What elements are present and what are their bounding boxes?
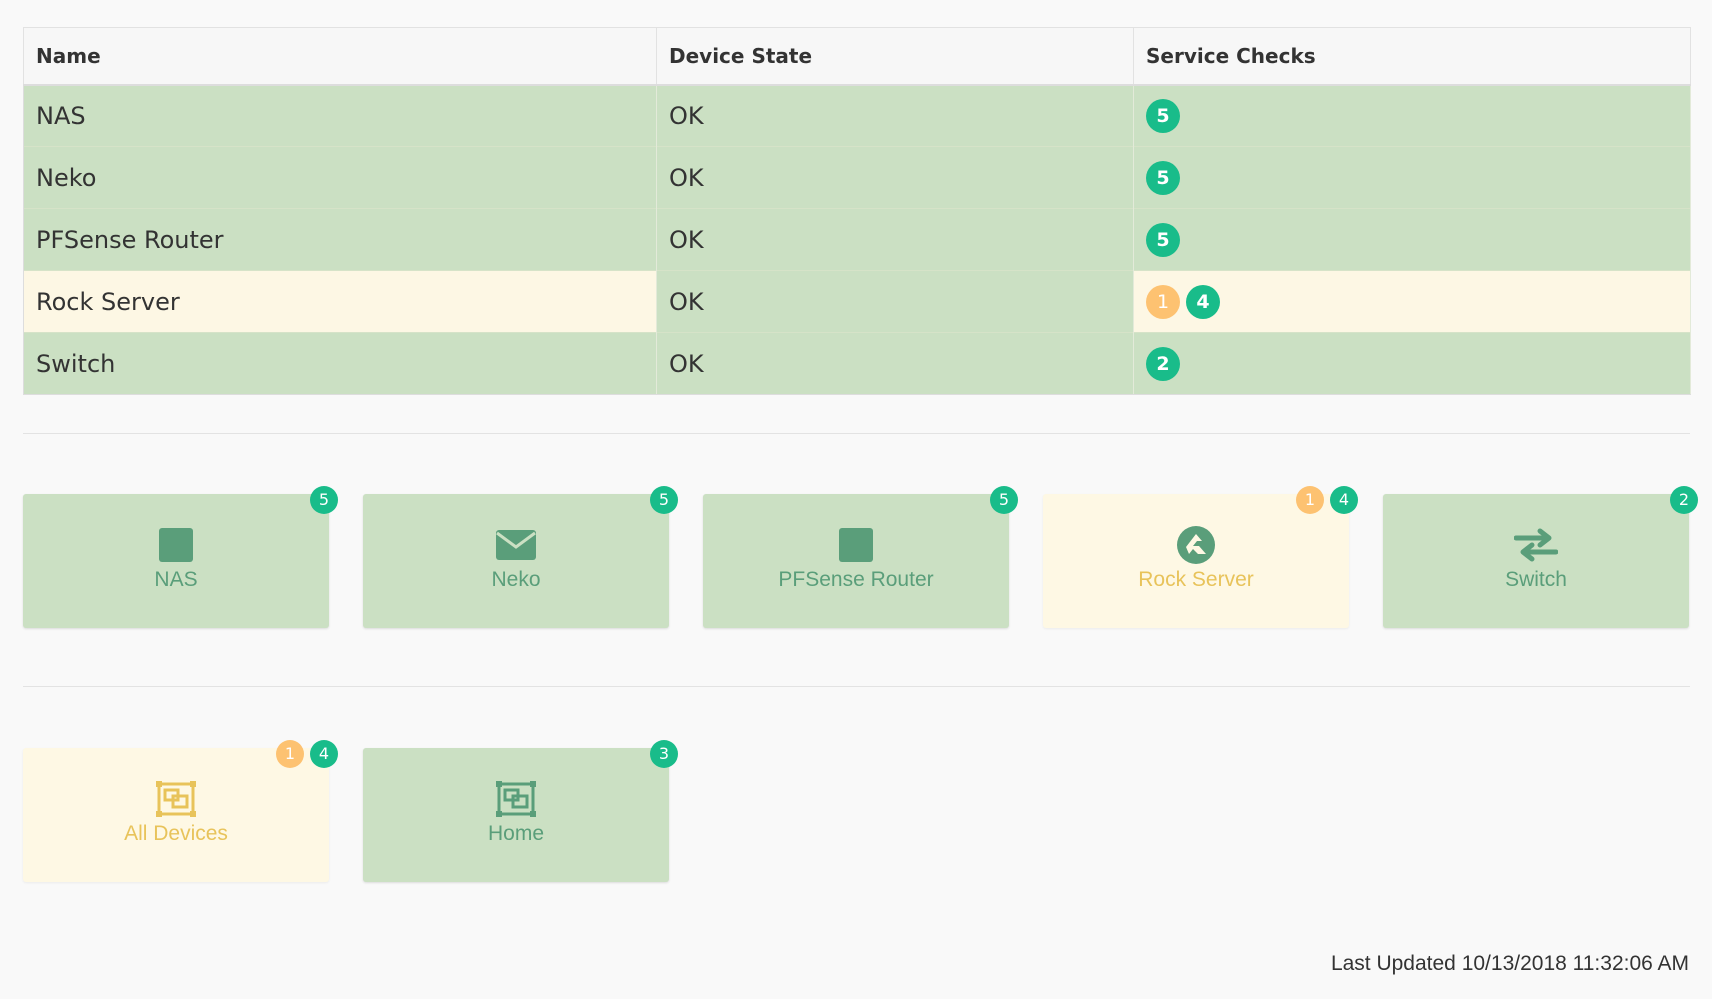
table-header-row: Name Device State Service Checks (23, 27, 1691, 86)
last-updated-timestamp: Last Updated 10/13/2018 11:32:06 AM (1330, 952, 1689, 975)
tile-badges: 2 (1670, 486, 1698, 514)
device-state-cell: OK (656, 146, 1134, 209)
table-row[interactable]: Rock Server OK 14 (23, 270, 1691, 333)
ok-count-badge: 5 (310, 486, 338, 514)
object-group-icon (363, 780, 669, 818)
service-checks-cell: 5 (1133, 146, 1691, 209)
table-row[interactable]: NAS OK 5 (23, 84, 1691, 147)
ok-count-badge: 5 (1146, 98, 1180, 133)
device-name-cell: Neko (23, 146, 657, 209)
service-checks-cell: 14 (1133, 270, 1691, 333)
ok-count-badge: 5 (1146, 160, 1180, 195)
ok-count-badge: 2 (1670, 486, 1698, 514)
device-tile-switch[interactable]: 2 Switch (1383, 486, 1698, 628)
service-checks-cell: 2 (1133, 332, 1691, 395)
column-header-service-checks[interactable]: Service Checks (1133, 27, 1691, 86)
object-group-icon (23, 780, 329, 818)
tile-label: Neko (491, 568, 541, 591)
tile-badges: 5 (650, 486, 678, 514)
warning-count-badge: 1 (1146, 284, 1180, 319)
ok-count-badge: 5 (990, 486, 1018, 514)
device-status-table: Name Device State Service Checks NAS OK … (23, 27, 1691, 395)
table-row[interactable]: Switch OK 2 (23, 332, 1691, 395)
device-state-cell: OK (656, 332, 1134, 395)
table-row[interactable]: Neko OK 5 (23, 146, 1691, 209)
ok-count-badge: 4 (1186, 284, 1220, 319)
ok-count-badge: 4 (1330, 486, 1358, 514)
section-divider (23, 686, 1690, 687)
warning-count-badge: 1 (1296, 486, 1324, 514)
device-name-cell: NAS (23, 84, 657, 147)
device-state-cell: OK (656, 208, 1134, 271)
tile-badges: 1 4 (1296, 486, 1358, 514)
service-checks-cell: 5 (1133, 208, 1691, 271)
device-name-cell: Rock Server (23, 270, 657, 333)
device-name-cell: Switch (23, 332, 657, 395)
tile-label: NAS (154, 568, 198, 591)
device-tile-neko[interactable]: 5 Neko (363, 486, 678, 628)
ok-count-badge: 5 (1146, 222, 1180, 257)
group-tile-home[interactable]: 3 Home (363, 740, 678, 882)
envelope-icon (363, 526, 669, 564)
tile-label: Rock Server (1138, 568, 1254, 591)
ok-count-badge: 4 (310, 740, 338, 768)
device-tile-nas[interactable]: 5 NAS (23, 486, 338, 628)
device-name-cell: PFSense Router (23, 208, 657, 271)
dashboard-page: Name Device State Service Checks NAS OK … (0, 0, 1712, 999)
service-checks-cell: 5 (1133, 84, 1691, 147)
tile-label: Home (487, 822, 545, 845)
column-header-name[interactable]: Name (23, 27, 657, 86)
ok-count-badge: 5 (650, 486, 678, 514)
tile-label: Switch (1505, 568, 1567, 591)
square-icon (703, 526, 1009, 564)
tile-badges: 1 4 (276, 740, 338, 768)
tile-label: PFSense Router (778, 568, 934, 591)
device-state-cell: OK (656, 84, 1134, 147)
rancher-logo-icon (1043, 526, 1349, 564)
section-divider (23, 433, 1690, 434)
tile-label: All Devices (124, 822, 228, 845)
ok-count-badge: 3 (650, 740, 678, 768)
warning-count-badge: 1 (276, 740, 304, 768)
column-header-device-state[interactable]: Device State (656, 27, 1134, 86)
tile-badges: 5 (990, 486, 1018, 514)
tile-badges: 5 (310, 486, 338, 514)
table-row[interactable]: PFSense Router OK 5 (23, 208, 1691, 271)
tile-badges: 3 (650, 740, 678, 768)
ok-count-badge: 2 (1146, 346, 1180, 381)
square-icon (23, 526, 329, 564)
exchange-arrows-icon (1383, 526, 1689, 564)
device-state-cell: OK (656, 270, 1134, 333)
device-tile-rock-server[interactable]: 1 4 Rock Server (1043, 486, 1358, 628)
group-tile-all-devices[interactable]: 1 4 All Devices (23, 740, 338, 882)
device-tile-pfsense-router[interactable]: 5 PFSense Router (703, 486, 1018, 628)
